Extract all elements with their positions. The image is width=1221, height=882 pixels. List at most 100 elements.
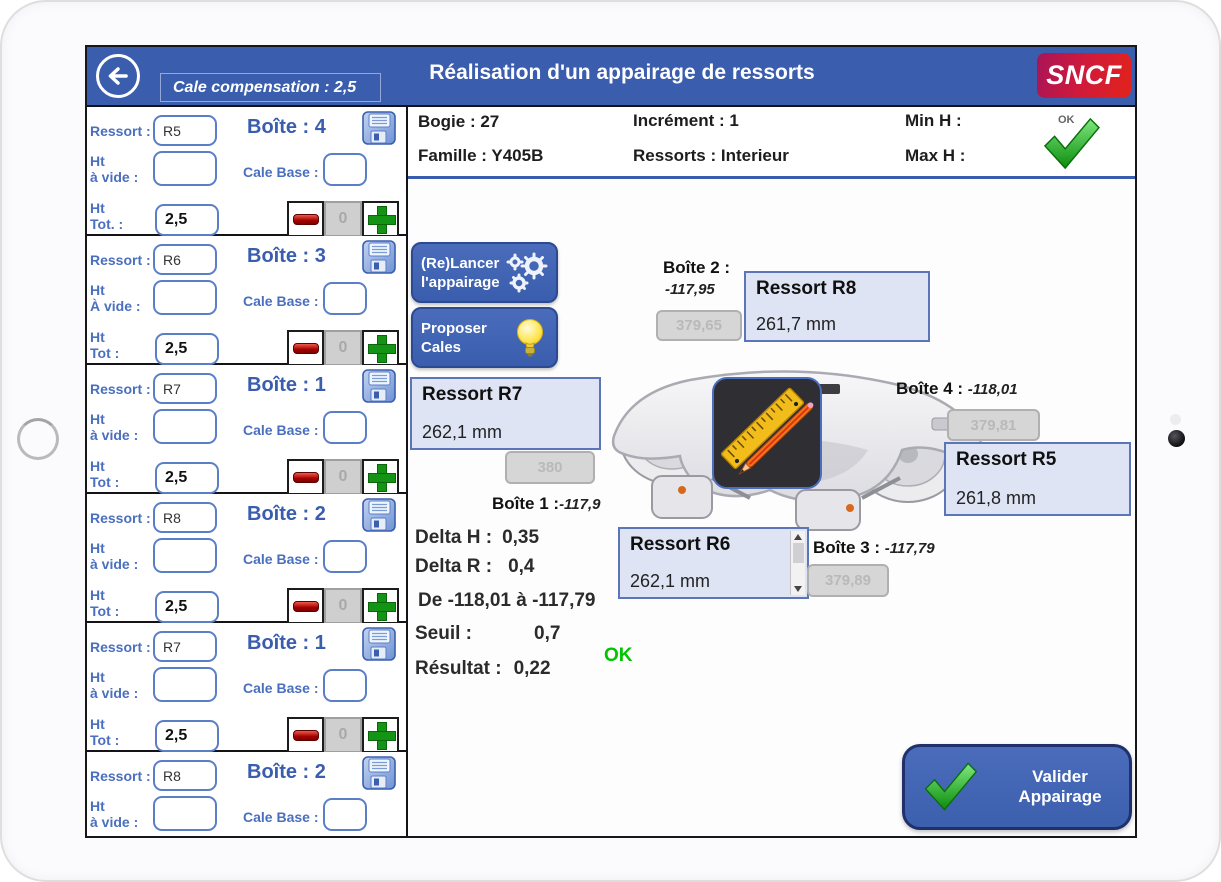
ressort-label: Ressort : — [90, 768, 151, 784]
counter-value: 0 — [324, 459, 362, 495]
ht-tot-input[interactable] — [155, 204, 219, 236]
cale-base-input[interactable] — [323, 411, 367, 444]
ressort-r5-height: 261,8 mm — [956, 488, 1119, 509]
app-screen: Cale compensation : 2,5 Réalisation d'un… — [85, 45, 1137, 838]
valider-appairage-button[interactable]: Valider Appairage — [902, 744, 1132, 830]
increase-button[interactable] — [362, 459, 399, 495]
scroll-thumb[interactable] — [793, 543, 804, 563]
ht-vide-input[interactable] — [153, 667, 217, 702]
minus-icon — [293, 343, 319, 354]
boite3-label: Boîte 3 : -117,79 — [813, 538, 935, 558]
ressort-input[interactable] — [153, 244, 217, 275]
ht-tot-input[interactable] — [155, 720, 219, 752]
ressort-r8-height: 261,7 mm — [756, 314, 918, 335]
boite3-value: -117,79 — [885, 540, 935, 557]
boite4-label: Boîte 4 : -118,01 — [896, 379, 1018, 399]
spring-panel: Ressort : Boîte : 3 HtÀ vide : Cale Base… — [87, 236, 406, 365]
ht-vide-label: HtÀ vide : — [90, 282, 141, 314]
ht-vide-input[interactable] — [153, 409, 217, 444]
counter-value: 0 — [324, 201, 362, 237]
cale-base-label: Cale Base : — [243, 551, 318, 567]
ressort-input[interactable] — [153, 502, 217, 533]
ressort-input[interactable] — [153, 373, 217, 404]
ressort-r8-title: Ressort R8 — [756, 278, 918, 300]
save-icon[interactable] — [360, 625, 398, 663]
range-stat: De -118,01 à -117,79 — [418, 590, 595, 612]
max-h-label: Max H : — [905, 146, 965, 166]
save-icon[interactable] — [360, 367, 398, 405]
spring-panel: Ressort : Boîte : 2 Htà vide : Cale Base… — [87, 494, 406, 623]
ressort-r6-listbox[interactable]: Ressort R6 262,1 mm — [618, 527, 809, 599]
ht-tot-input[interactable] — [155, 591, 219, 623]
boite-title: Boîte : 4 — [247, 116, 326, 139]
proposer-cales-button[interactable]: ProposerCales — [411, 307, 558, 368]
ht-tot-label: HtTot : — [90, 587, 119, 619]
ht-vide-input[interactable] — [153, 151, 217, 186]
check-icon — [921, 760, 979, 814]
boite1-measure-box: 380 — [505, 451, 595, 484]
ht-tot-label: HtTot : — [90, 329, 119, 361]
cale-base-input[interactable] — [323, 282, 367, 315]
decrease-button[interactable] — [287, 459, 324, 495]
save-icon[interactable] — [360, 109, 398, 147]
min-h-label: Min H : — [905, 111, 962, 131]
ht-vide-label: Htà vide : — [90, 669, 138, 701]
save-icon[interactable] — [360, 496, 398, 534]
boite2-label: Boîte 2 : — [663, 258, 730, 278]
cale-base-input[interactable] — [323, 153, 367, 186]
ht-vide-input[interactable] — [153, 796, 217, 831]
measure-tool-button[interactable] — [712, 377, 822, 489]
ressort-r8-panel: Ressort R8 261,7 mm — [744, 271, 930, 342]
boite-title: Boîte : 3 — [247, 245, 326, 268]
ressort-input[interactable] — [153, 115, 217, 146]
counter-value: 0 — [324, 588, 362, 624]
decrease-button[interactable] — [287, 201, 324, 237]
ressort-r7-height: 262,1 mm — [422, 422, 589, 443]
minus-icon — [293, 472, 319, 483]
ressort-r6-title: Ressort R6 — [630, 534, 783, 556]
ruler-pencil-icon — [714, 379, 819, 486]
ht-tot-input[interactable] — [155, 333, 219, 365]
delta-h-stat: Delta H :0,35 — [415, 527, 539, 549]
ressort-r5-panel: Ressort R5 261,8 mm — [944, 442, 1131, 516]
back-button[interactable] — [96, 54, 140, 98]
main-area: (Re)Lancerl'appairage ProposerCales — [408, 179, 1135, 836]
header-bar: Cale compensation : 2,5 Réalisation d'un… — [87, 47, 1135, 107]
boite-title: Boîte : 2 — [247, 503, 326, 526]
increase-button[interactable] — [362, 330, 399, 366]
ressort-label: Ressort : — [90, 510, 151, 526]
tablet-device: Cale compensation : 2,5 Réalisation d'un… — [0, 0, 1221, 882]
arrow-left-icon — [105, 63, 131, 89]
cale-base-input[interactable] — [323, 540, 367, 573]
spring-panel: Ressort : Boîte : 1 Htà vide : Cale Base… — [87, 623, 406, 752]
ht-vide-input[interactable] — [153, 280, 217, 315]
ressort-label: Ressort : — [90, 639, 151, 655]
ht-tot-label: HtTot : — [90, 458, 119, 490]
ht-tot-input[interactable] — [155, 462, 219, 494]
valider-label: Valider Appairage — [991, 767, 1129, 807]
save-icon[interactable] — [360, 754, 398, 792]
cale-base-input[interactable] — [323, 798, 367, 831]
increase-button[interactable] — [362, 201, 399, 237]
boite1-value: -117,9 — [559, 496, 600, 513]
boite-title: Boîte : 1 — [247, 374, 326, 397]
gears-icon — [506, 252, 548, 294]
decrease-button[interactable] — [287, 717, 324, 753]
decrease-button[interactable] — [287, 588, 324, 624]
increase-button[interactable] — [362, 588, 399, 624]
cale-base-input[interactable] — [323, 669, 367, 702]
save-icon[interactable] — [360, 238, 398, 276]
light-bulb-icon — [512, 317, 548, 359]
plus-icon — [368, 722, 394, 748]
relancer-appairage-button[interactable]: (Re)Lancerl'appairage — [411, 242, 558, 303]
ht-vide-input[interactable] — [153, 538, 217, 573]
ressort-input[interactable] — [153, 760, 217, 791]
increase-button[interactable] — [362, 717, 399, 753]
scroll-up-icon[interactable] — [794, 534, 802, 540]
camera-icon — [1168, 430, 1185, 447]
scroll-down-icon[interactable] — [794, 586, 802, 592]
home-button[interactable] — [17, 418, 59, 460]
ressort-input[interactable] — [153, 631, 217, 662]
decrease-button[interactable] — [287, 330, 324, 366]
listbox-scrollbar[interactable] — [790, 531, 805, 595]
